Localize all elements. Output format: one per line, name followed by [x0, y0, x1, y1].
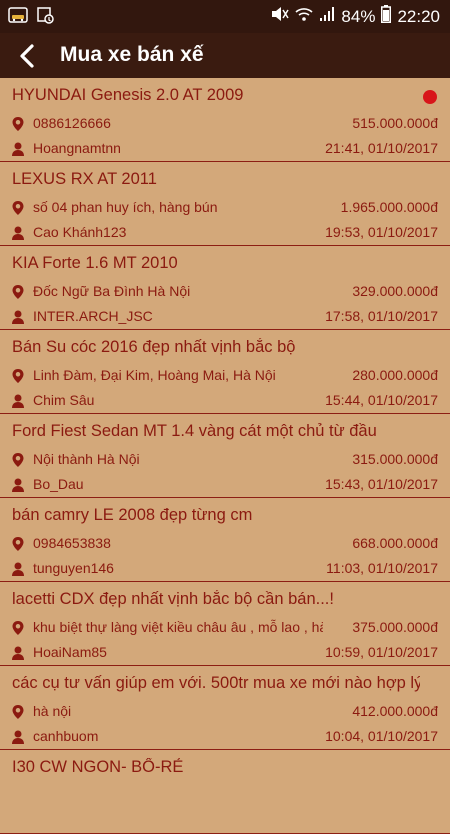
user-icon — [12, 394, 24, 408]
listing-title: các cụ tư vấn giúp em với. 500tr mua xe … — [12, 674, 420, 692]
car-app-icon — [8, 6, 28, 29]
app-bar: Mua xe bán xế — [0, 33, 450, 78]
back-arrow-icon — [20, 44, 34, 68]
listing-location: Linh Đàm, Đại Kim, Hoàng Mai, Hà Nội — [33, 367, 276, 383]
signal-icon — [319, 6, 335, 27]
listing-price: 329.000.000đ — [348, 283, 438, 299]
listing-title: Ford Fiest Sedan MT 1.4 vàng cát một chủ… — [12, 422, 377, 440]
listing-price: 515.000.000đ — [348, 115, 438, 131]
listing-title: KIA Forte 1.6 MT 2010 — [12, 254, 178, 272]
listing-time: 19:53, 01/10/2017 — [321, 224, 438, 240]
listing-title: lacetti CDX đẹp nhất vịnh bắc bộ cần bán… — [12, 590, 334, 608]
location-pin-icon — [12, 201, 24, 215]
listing-time: 10:04, 01/10/2017 — [321, 728, 438, 744]
listing-item[interactable]: Ford Fiest Sedan MT 1.4 vàng cát một chủ… — [0, 414, 450, 498]
listing-time: 15:44, 01/10/2017 — [321, 392, 438, 408]
back-button[interactable] — [10, 39, 44, 73]
listing-time: 21:41, 01/10/2017 — [321, 140, 438, 156]
listing-price: 668.000.000đ — [348, 535, 438, 551]
listing-location: số 04 phan huy ích, hàng bún — [33, 199, 218, 215]
listing-user: Cao Khánh123 — [33, 224, 127, 240]
listing-price: 280.000.000đ — [348, 367, 438, 383]
location-pin-icon — [12, 285, 24, 299]
listing-title: HYUNDAI Genesis 2.0 AT 2009 — [12, 86, 244, 104]
listing-title: I30 CW NGON- BỔ-RẺ — [12, 758, 184, 776]
notification-icons — [8, 6, 54, 29]
listing-time: 10:59, 01/10/2017 — [321, 644, 438, 660]
mute-icon — [269, 5, 290, 28]
listing-user: HoaiNam85 — [33, 644, 107, 660]
listing-item[interactable]: bán camry LE 2008 đẹp từng cm 0984653838… — [0, 498, 450, 582]
listing-time: 11:03, 01/10/2017 — [322, 560, 438, 576]
listing-location: Nội thành Hà Nội — [33, 451, 140, 467]
location-pin-icon — [12, 369, 24, 383]
listing-item[interactable]: lacetti CDX đẹp nhất vịnh bắc bộ cần bán… — [0, 582, 450, 666]
listing-item[interactable]: HYUNDAI Genesis 2.0 AT 2009 0886126666 5… — [0, 78, 450, 162]
clock: 22:20 — [397, 6, 440, 26]
listing-user: Bo_Dau — [33, 476, 84, 492]
listing-user: Hoangnamtnn — [33, 140, 121, 156]
wifi-icon — [295, 6, 313, 27]
listing-list: HYUNDAI Genesis 2.0 AT 2009 0886126666 5… — [0, 78, 450, 834]
user-icon — [12, 226, 24, 240]
unread-indicator — [423, 90, 437, 104]
listing-title: Bán Su cóc 2016 đẹp nhất vịnh bắc bộ — [12, 338, 296, 356]
status-right: 84% 22:20 — [269, 5, 440, 28]
listing-item[interactable]: Bán Su cóc 2016 đẹp nhất vịnh bắc bộ Lin… — [0, 330, 450, 414]
page-title: Mua xe bán xế — [60, 43, 204, 66]
listing-location: 0886126666 — [33, 115, 111, 131]
listing-item[interactable]: KIA Forte 1.6 MT 2010 Đốc Ngữ Ba Đình Hà… — [0, 246, 450, 330]
location-pin-icon — [12, 705, 24, 719]
listing-price: 1.965.000.000đ — [336, 199, 438, 215]
listing-item[interactable]: I30 CW NGON- BỔ-RẺ — [0, 750, 450, 834]
listing-time: 17:58, 01/10/2017 — [321, 308, 438, 324]
listing-title: LEXUS RX AT 2011 — [12, 170, 157, 188]
listing-user: canhbuom — [33, 728, 99, 744]
user-icon — [12, 142, 24, 156]
location-pin-icon — [12, 453, 24, 467]
listing-item[interactable]: các cụ tư vấn giúp em với. 500tr mua xe … — [0, 666, 450, 750]
listing-location: Đốc Ngữ Ba Đình Hà Nội — [33, 283, 191, 299]
listing-title: bán camry LE 2008 đẹp từng cm — [12, 506, 253, 524]
user-icon — [12, 478, 24, 492]
listing-user: tunguyen146 — [33, 560, 114, 576]
listing-location: 0984653838 — [33, 535, 111, 551]
user-icon — [12, 562, 24, 576]
battery-icon — [381, 5, 392, 28]
user-icon — [12, 646, 24, 660]
listing-price: 375.000.000đ — [348, 619, 438, 635]
user-icon — [12, 310, 24, 324]
listing-location: hà nội — [33, 703, 72, 719]
listing-location: khu biệt thự làng việt kiều châu âu , mỗ… — [33, 619, 323, 635]
download-icon — [36, 6, 54, 29]
listing-user: Chim Sâu — [33, 392, 95, 408]
listing-item[interactable]: LEXUS RX AT 2011 số 04 phan huy ích, hàn… — [0, 162, 450, 246]
status-bar: 84% 22:20 — [0, 0, 450, 33]
user-icon — [12, 730, 24, 744]
battery-level: 84% — [341, 6, 376, 26]
listing-price: 412.000.000đ — [348, 703, 438, 719]
location-pin-icon — [12, 621, 24, 635]
location-pin-icon — [12, 537, 24, 551]
listing-time: 15:43, 01/10/2017 — [321, 476, 438, 492]
location-pin-icon — [12, 117, 24, 131]
listing-user: INTER.ARCH_JSC — [33, 308, 153, 324]
listing-price: 315.000.000đ — [348, 451, 438, 467]
